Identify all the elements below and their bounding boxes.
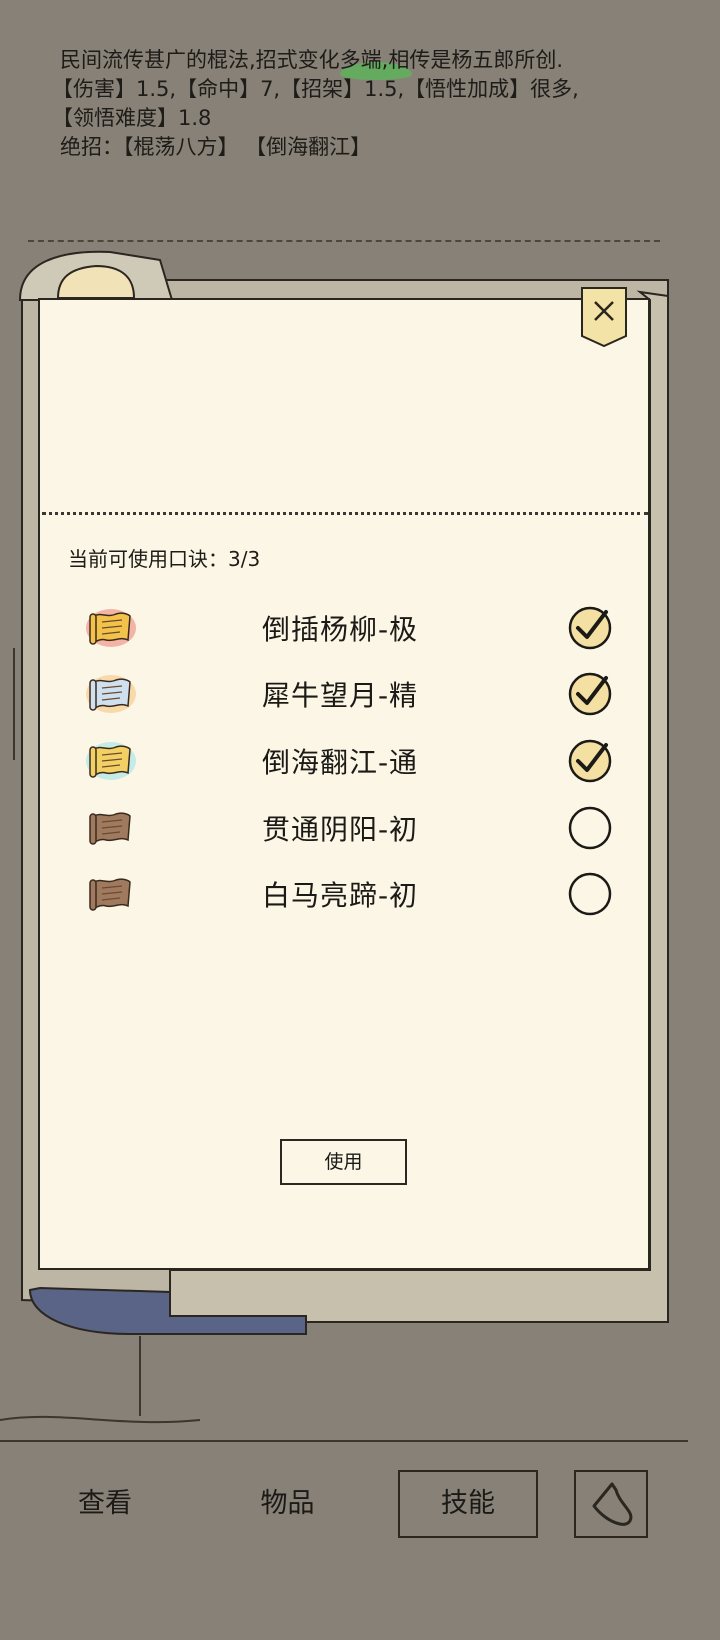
mantra-row[interactable]: 倒海翻江-通 xyxy=(70,735,630,785)
brown-scroll-icon xyxy=(89,812,131,845)
mantra-row[interactable]: 贯通阴阳-初 xyxy=(70,802,630,852)
mantra-name: 倒海翻江-通 xyxy=(261,746,419,779)
mantra-name: 倒插杨柳-极 xyxy=(261,613,419,646)
nav-items-button[interactable]: 物品 xyxy=(240,1470,335,1538)
mantra-quota: 当前可使用口诀：3/3 xyxy=(68,547,261,571)
nav-view-button[interactable]: 查看 xyxy=(60,1470,150,1538)
mantra-row[interactable]: 倒插杨柳-极 xyxy=(70,602,630,652)
mantra-name: 贯通阴阳-初 xyxy=(261,813,419,846)
gold-scroll-icon xyxy=(86,742,136,780)
gold-scroll-icon xyxy=(86,609,136,647)
mantra-name: 犀牛望月-精 xyxy=(261,679,419,712)
use-button[interactable]: 使用 xyxy=(280,1139,407,1185)
mantra-row[interactable]: 犀牛望月-精 xyxy=(70,668,630,718)
back-icon xyxy=(592,1482,633,1526)
empty-circle-icon[interactable] xyxy=(566,870,614,918)
back-button[interactable] xyxy=(574,1470,648,1538)
checked-circle-icon[interactable] xyxy=(566,737,614,785)
empty-circle-icon[interactable] xyxy=(566,804,614,852)
mantra-name: 白马亮蹄-初 xyxy=(261,879,419,912)
close-button[interactable] xyxy=(580,286,628,348)
mantra-row[interactable]: 白马亮蹄-初 xyxy=(70,868,630,918)
checked-circle-icon[interactable] xyxy=(566,670,614,718)
dotted-divider xyxy=(42,512,648,515)
brown-scroll-icon xyxy=(89,878,131,911)
blue-scroll-icon xyxy=(86,675,136,713)
checked-circle-icon[interactable] xyxy=(566,604,614,652)
nav-skills-button[interactable]: 技能 xyxy=(398,1470,538,1538)
bottom-divider xyxy=(0,1440,688,1442)
